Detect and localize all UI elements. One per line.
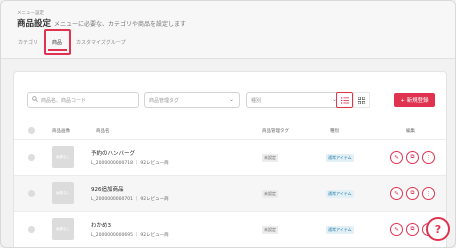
- product-meta: L_2000000000695 ｜ 92レビュー商: [91, 233, 169, 238]
- copy-button[interactable]: ⧉: [406, 187, 419, 200]
- grid-view-button[interactable]: [353, 92, 370, 108]
- select-all-checkbox[interactable]: [28, 127, 35, 134]
- list-view-button[interactable]: [336, 92, 353, 108]
- row-checkbox[interactable]: [28, 190, 35, 197]
- col-image: 商品画像: [52, 129, 70, 134]
- product-name[interactable]: 予約のハンバーグ: [91, 149, 135, 157]
- col-tag: 商品管理タグ: [262, 129, 289, 134]
- product-name[interactable]: わかめ3: [91, 221, 111, 229]
- type-badge: 通常アイテム: [326, 226, 354, 234]
- tag-select-placeholder: 商品管理タグ: [149, 97, 180, 104]
- tag-badge: 未設定: [262, 190, 278, 198]
- copy-icon: ⧉: [410, 154, 415, 160]
- row-actions: ✎ ⧉ ⋮: [390, 187, 435, 200]
- tab-active-underline: [48, 49, 67, 51]
- col-type: 種別: [330, 129, 339, 134]
- page-header: メニュー設定 商品設定 メニューに必要な、カテゴリや商品を設定します カテゴリ …: [1, 1, 455, 59]
- pencil-icon: ✎: [394, 154, 399, 161]
- table-row[interactable]: 画像なし わかめ3 L_2000000000695 ｜ 92レビュー商 未設定 …: [14, 211, 446, 247]
- copy-icon: ⧉: [410, 226, 415, 232]
- pencil-icon: ✎: [394, 226, 399, 233]
- product-thumbnail: 画像なし: [52, 146, 74, 168]
- row-checkbox[interactable]: [28, 154, 35, 161]
- edit-button[interactable]: ✎: [390, 151, 403, 164]
- more-button[interactable]: ⋮: [422, 151, 435, 164]
- table-header: 商品画像 商品名 商品管理タグ 種別 編集: [14, 124, 446, 138]
- copy-button[interactable]: ⧉: [406, 223, 419, 236]
- breadcrumb[interactable]: メニュー設定: [17, 10, 44, 16]
- type-select-placeholder: 種別: [251, 97, 262, 104]
- pencil-icon: ✎: [394, 190, 399, 197]
- help-button[interactable]: ?: [426, 217, 450, 241]
- help-icon: ?: [434, 222, 442, 236]
- type-badge: 通常アイテム: [326, 154, 354, 162]
- tab-bar: カテゴリ 商品 カスタマイズグループ: [11, 35, 133, 49]
- col-edit: 編集: [406, 129, 415, 134]
- divider: [1, 58, 455, 59]
- more-vertical-icon: ⋮: [425, 154, 432, 161]
- col-name: 商品名: [96, 129, 110, 134]
- view-toggle: [336, 92, 370, 108]
- app-frame: メニュー設定 商品設定 メニューに必要な、カテゴリや商品を設定します カテゴリ …: [0, 0, 456, 248]
- product-name[interactable]: 926追加商品: [91, 185, 124, 193]
- tab-customize-group[interactable]: カスタマイズグループ: [69, 35, 133, 49]
- list-icon: [340, 96, 349, 104]
- more-vertical-icon: ⋮: [425, 190, 432, 197]
- product-code: L_2000000000718: [91, 161, 133, 166]
- copy-button[interactable]: ⧉: [406, 151, 419, 164]
- tag-badge: 未設定: [262, 154, 278, 162]
- page-description: メニューに必要な、カテゴリや商品を設定します: [54, 21, 187, 28]
- product-meta: L_2000000000701 ｜ 92レビュー商: [91, 197, 169, 202]
- product-reviews: 92レビュー商: [140, 161, 169, 166]
- new-product-button[interactable]: + 新規登録: [394, 93, 435, 107]
- product-code: L_2000000000701: [91, 197, 133, 202]
- edit-button[interactable]: ✎: [390, 187, 403, 200]
- tag-select[interactable]: 商品管理タグ ⌄: [144, 92, 240, 108]
- search-placeholder: 商品名、商品コード: [41, 97, 87, 104]
- type-select[interactable]: 種別 ⌄: [246, 92, 343, 108]
- search-input[interactable]: 商品名、商品コード: [27, 92, 139, 108]
- row-checkbox[interactable]: [28, 226, 35, 233]
- product-thumbnail: 画像なし: [52, 218, 74, 240]
- product-meta: L_2000000000718 ｜ 92レビュー商: [91, 161, 169, 166]
- product-thumbnail: 画像なし: [52, 182, 74, 204]
- tab-category[interactable]: カテゴリ: [11, 35, 45, 49]
- table-row[interactable]: 画像なし 926追加商品 L_2000000000701 ｜ 92レビュー商 未…: [14, 175, 446, 211]
- more-button[interactable]: ⋮: [422, 187, 435, 200]
- grid-icon: [358, 96, 365, 104]
- page-title: 商品設定: [17, 19, 52, 29]
- tab-highlight-box: [44, 29, 71, 55]
- row-actions: ✎ ⧉ ⋮: [390, 151, 435, 164]
- product-code: L_2000000000695: [91, 233, 133, 238]
- search-icon: [32, 96, 38, 104]
- tag-badge: 未設定: [262, 226, 278, 234]
- table-row[interactable]: 画像なし 予約のハンバーグ L_2000000000718 ｜ 92レビュー商 …: [14, 139, 446, 175]
- copy-icon: ⧉: [410, 190, 415, 196]
- edit-button[interactable]: ✎: [390, 223, 403, 236]
- type-badge: 通常アイテム: [326, 190, 354, 198]
- product-reviews: 92レビュー商: [140, 233, 169, 238]
- chevron-down-icon: ⌄: [228, 96, 234, 103]
- product-list-card: 商品名、商品コード 商品管理タグ ⌄ 種別 ⌄ + 新規登録 商品画像 商品名 …: [13, 71, 447, 247]
- product-reviews: 92レビュー商: [140, 197, 169, 202]
